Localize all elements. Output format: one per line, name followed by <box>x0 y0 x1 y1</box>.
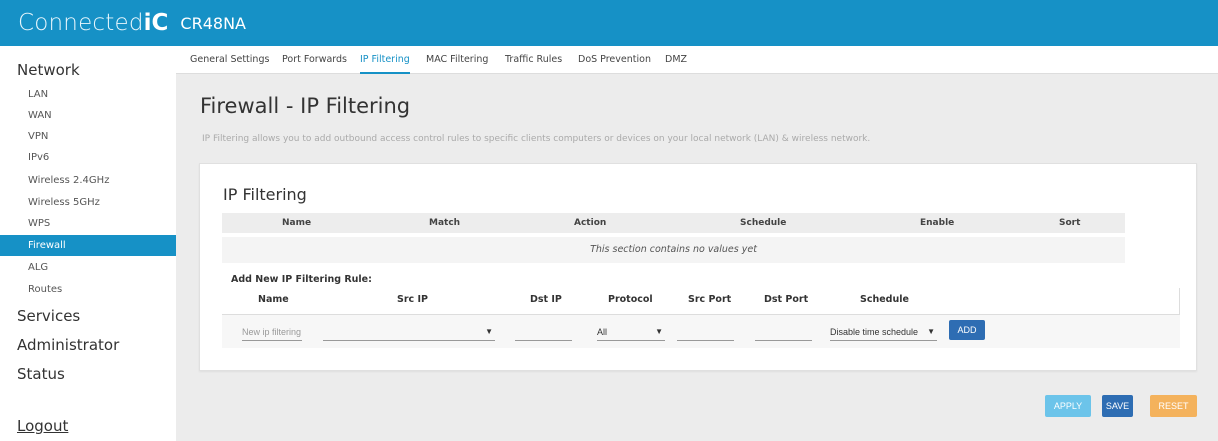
sidebar-section-administrator[interactable]: Administrator <box>0 336 119 354</box>
tab-bar: General Settings Port Forwards IP Filter… <box>176 46 1218 74</box>
brand-logo-text: Connected <box>18 10 144 36</box>
sidebar-item-lan[interactable]: LAN <box>0 84 176 105</box>
panel-title: IP Filtering <box>223 185 307 204</box>
tab-general-settings[interactable]: General Settings <box>190 46 269 74</box>
sidebar-item-wps[interactable]: WPS <box>0 213 176 234</box>
sidebar-item-routes[interactable]: Routes <box>0 279 176 300</box>
page-description: IP Filtering allows you to add outbound … <box>202 134 871 144</box>
sidebar-item-alg[interactable]: ALG <box>0 257 176 278</box>
sidebar-item-wireless-24ghz[interactable]: Wireless 2.4GHz <box>0 170 176 191</box>
chevron-down-icon: ▼ <box>655 327 663 336</box>
brand-logo-mark: iC <box>143 10 169 36</box>
sidebar-item-vpn[interactable]: VPN <box>0 126 176 147</box>
add-column-schedule: Schedule <box>860 294 909 305</box>
sidebar-section-network[interactable]: Network <box>0 61 80 79</box>
tab-dos-prevention[interactable]: DoS Prevention <box>578 46 651 74</box>
reset-button[interactable]: RESET <box>1150 395 1197 417</box>
tab-mac-filtering[interactable]: MAC Filtering <box>426 46 488 74</box>
src-port-input[interactable] <box>677 323 734 341</box>
add-rule-header: Name Src IP Dst IP Protocol Src Port Dst… <box>222 288 1180 315</box>
column-header-match: Match <box>429 218 461 228</box>
main-content: General Settings Port Forwards IP Filter… <box>176 46 1218 441</box>
sidebar-section-services[interactable]: Services <box>0 307 80 325</box>
tab-ip-filtering[interactable]: IP Filtering <box>360 46 410 74</box>
src-ip-select[interactable]: ▼ <box>323 323 495 341</box>
protocol-select[interactable]: All ▼ <box>597 323 665 341</box>
add-column-dst-ip: Dst IP <box>530 294 562 305</box>
dst-port-input[interactable] <box>755 323 812 341</box>
sidebar-item-ipv6[interactable]: IPv6 <box>0 147 176 168</box>
add-rule-button[interactable]: ADD <box>949 320 985 340</box>
ip-filtering-panel: IP Filtering Name Match Action Schedule … <box>199 163 1197 371</box>
column-header-name: Name <box>282 218 312 228</box>
column-header-action: Action <box>574 218 607 228</box>
schedule-value: Disable time schedule <box>830 327 919 337</box>
sidebar: Network LAN WAN VPN IPv6 Wireless 2.4GHz… <box>0 46 176 441</box>
add-column-dst-port: Dst Port <box>764 294 809 305</box>
tab-dmz[interactable]: DMZ <box>665 46 687 74</box>
model-name: CR48NA <box>180 13 246 33</box>
protocol-value: All <box>597 327 608 337</box>
rules-table-header: Name Match Action Schedule Enable Sort <box>222 213 1125 233</box>
add-rule-row: ▼ All ▼ Disable time schedule ▼ ADD <box>222 315 1180 348</box>
column-header-sort: Sort <box>1059 218 1081 228</box>
chevron-down-icon: ▼ <box>927 327 935 336</box>
schedule-select[interactable]: Disable time schedule ▼ <box>830 323 937 341</box>
add-column-protocol: Protocol <box>608 294 653 305</box>
apply-button[interactable]: APPLY <box>1045 395 1091 417</box>
chevron-down-icon: ▼ <box>485 327 493 336</box>
save-button[interactable]: SAVE <box>1102 395 1133 417</box>
add-column-src-ip: Src IP <box>397 294 428 305</box>
column-header-enable: Enable <box>920 218 955 228</box>
tab-port-forwards[interactable]: Port Forwards <box>282 46 347 74</box>
dst-ip-input[interactable] <box>515 323 572 341</box>
add-column-name: Name <box>258 294 289 305</box>
sidebar-item-wan[interactable]: WAN <box>0 105 176 126</box>
tab-traffic-rules[interactable]: Traffic Rules <box>505 46 562 74</box>
sidebar-section-status[interactable]: Status <box>0 365 65 383</box>
column-header-schedule: Schedule <box>740 218 787 228</box>
empty-table-message: This section contains no values yet <box>222 237 1125 263</box>
rule-name-input[interactable] <box>242 323 302 341</box>
sidebar-item-firewall[interactable]: Firewall <box>0 235 176 256</box>
logout-link[interactable]: Logout <box>17 417 68 435</box>
add-column-src-port: Src Port <box>688 294 732 305</box>
top-bar: Connected iC CR48NA <box>0 0 1218 46</box>
add-rule-heading: Add New IP Filtering Rule: <box>231 274 372 285</box>
page-title: Firewall - IP Filtering <box>200 94 411 118</box>
sidebar-item-wireless-5ghz[interactable]: Wireless 5GHz <box>0 192 176 213</box>
